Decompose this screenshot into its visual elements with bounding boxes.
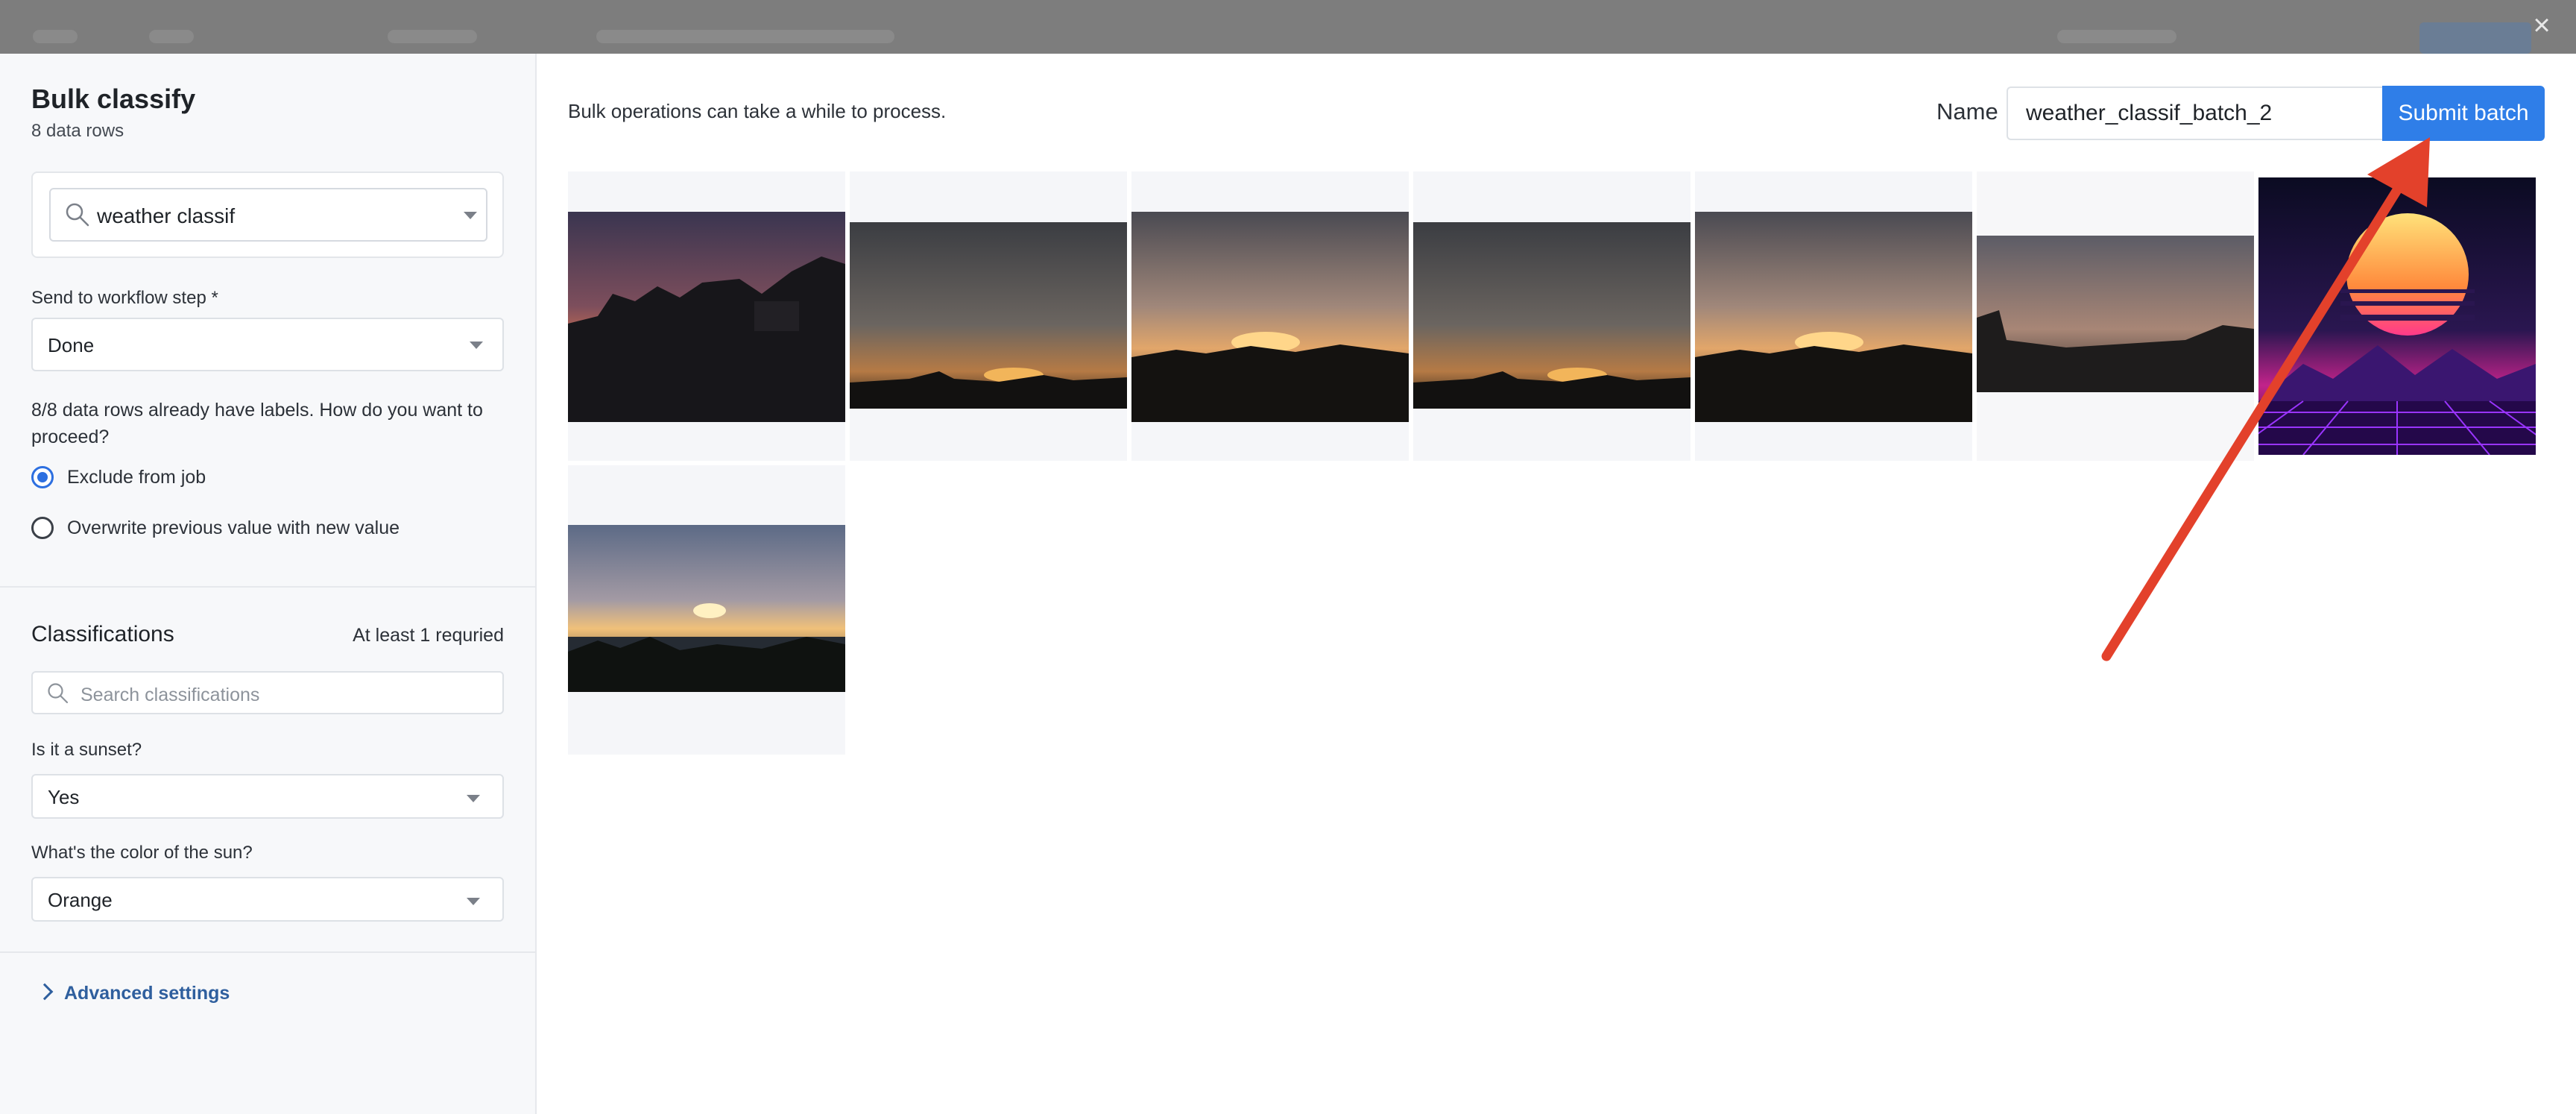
sunset-clouds-image (1413, 222, 1690, 409)
classifications-title: Classifications (31, 622, 174, 646)
sun-color-value: Orange (48, 889, 113, 911)
dataset-search-select[interactable]: weather classif (49, 188, 487, 242)
radio-overwrite[interactable] (31, 517, 54, 539)
bulk-classify-modal: Bulk classify 8 data rows weather classi… (0, 54, 2576, 1114)
chevron-right-icon (36, 983, 54, 1001)
chevron-down-icon (470, 342, 483, 349)
section-divider (0, 951, 535, 953)
question-label-sun-color: What's the color of the sun? (31, 843, 253, 863)
sunset-sea-image (568, 525, 845, 692)
backdrop-button (2419, 22, 2531, 54)
backdrop-placeholder (2057, 30, 2176, 43)
question-label-sunset: Is it a sunset? (31, 740, 142, 760)
sunset-clouds-image (850, 222, 1127, 409)
sunset-answer-value: Yes (48, 786, 80, 808)
processing-info: Bulk operations can take a while to proc… (568, 100, 947, 122)
backdrop-placeholder (388, 30, 477, 43)
chevron-down-icon (464, 212, 477, 219)
sunset-pond-image (1695, 212, 1972, 422)
sunset-pond-image (1131, 212, 1409, 422)
image-tile[interactable] (568, 171, 845, 461)
dataset-search-value: weather classif (97, 204, 236, 227)
section-divider (0, 586, 535, 588)
backdrop-placeholder (596, 30, 894, 43)
image-tile[interactable] (2258, 171, 2536, 461)
synthwave-sunset-image (2258, 177, 2536, 455)
image-tile[interactable] (850, 171, 1127, 461)
batch-name-input[interactable] (2007, 86, 2387, 140)
sun-color-select[interactable]: Orange (31, 877, 504, 922)
search-classifications-input[interactable]: Search classifications (31, 671, 504, 714)
image-tile[interactable] (1695, 171, 1972, 461)
radio-label-overwrite: Overwrite previous value with new value (67, 517, 400, 538)
close-icon[interactable]: × (2527, 10, 2557, 40)
chevron-down-icon (467, 898, 480, 905)
chevron-down-icon (467, 795, 480, 802)
sunset-rooftops-image (568, 212, 845, 422)
advanced-settings-label: Advanced settings (64, 983, 230, 1004)
image-tile[interactable] (1131, 171, 1409, 461)
image-tile[interactable] (1977, 171, 2254, 461)
image-tile[interactable] (568, 465, 845, 755)
image-tile[interactable] (1413, 171, 1690, 461)
settings-sidebar: Bulk classify 8 data rows weather classi… (0, 54, 537, 1114)
search-classifications-placeholder: Search classifications (80, 685, 260, 705)
radio-label-exclude: Exclude from job (67, 467, 206, 488)
search-icon (66, 203, 89, 227)
search-icon (48, 683, 69, 704)
backdrop-placeholder (33, 30, 78, 43)
radio-exclude-from-job[interactable] (31, 466, 54, 488)
modal-title: Bulk classify (31, 84, 196, 114)
batch-name-label: Name (1936, 98, 1998, 125)
advanced-settings-toggle[interactable]: Advanced settings (36, 983, 230, 1004)
backdrop-placeholder (149, 30, 194, 43)
classifications-requirement: At least 1 requried (353, 625, 504, 646)
row-count: 8 data rows (31, 121, 124, 141)
dataset-filter-card: weather classif (31, 171, 504, 258)
sunset-answer-select[interactable]: Yes (31, 774, 504, 819)
sunset-rooftops-image (1977, 236, 2254, 392)
submit-batch-button[interactable]: Submit batch (2382, 86, 2545, 141)
workflow-step-value: Done (48, 334, 95, 356)
workflow-step-label: Send to workflow step * (31, 288, 218, 308)
app-backdrop: × (0, 0, 2576, 54)
workflow-step-select[interactable]: Done (31, 318, 504, 371)
existing-labels-question: 8/8 data rows already have labels. How d… (31, 400, 483, 447)
